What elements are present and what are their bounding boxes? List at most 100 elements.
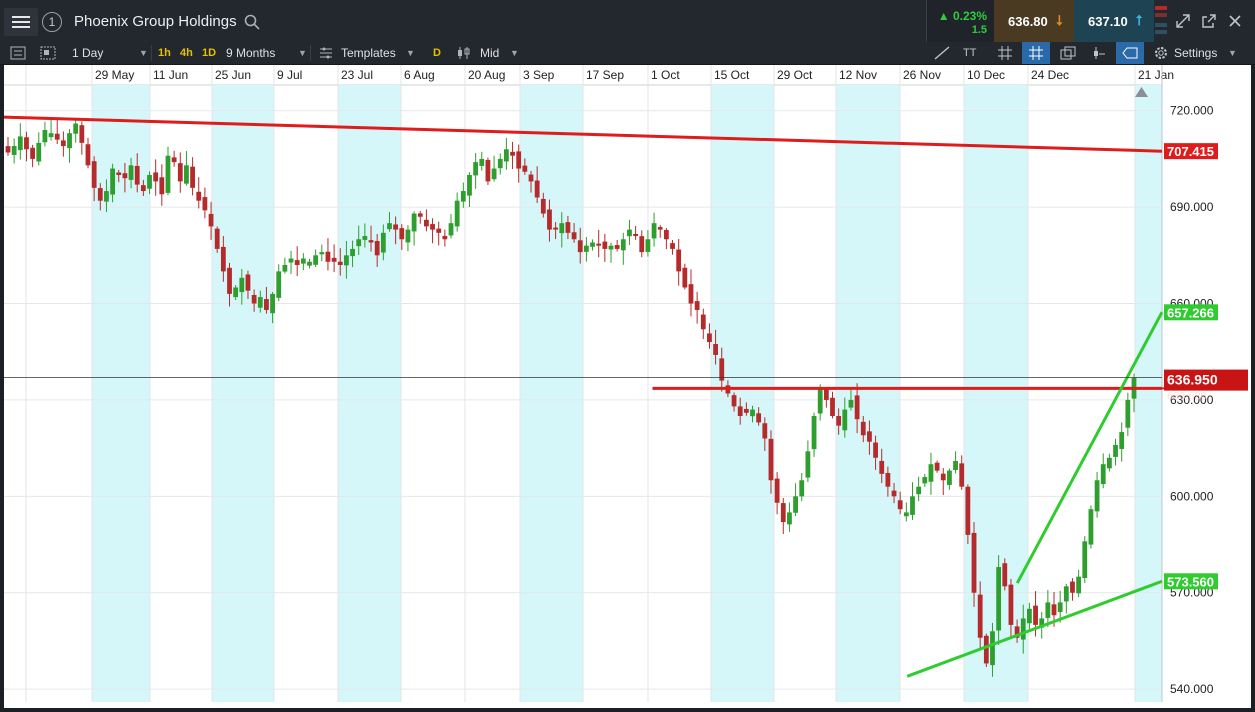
candle-body [694,301,700,310]
candle-body [1051,604,1057,616]
candle-body [516,151,522,169]
list-icon[interactable] [10,46,26,60]
copy-icon[interactable] [1060,46,1076,60]
candle-body [288,258,294,263]
candle-body [873,442,878,458]
depth-bars-icon[interactable] [1154,3,1168,39]
candle-body [417,213,423,217]
date-tick-label: 29 May [95,68,134,82]
candle-body [491,168,497,180]
candle-body [602,241,608,249]
candle-body [737,406,743,416]
candle-body [823,389,829,400]
settings-caret-icon[interactable]: ▼ [1228,42,1237,64]
candle-body [596,243,602,246]
candle-body [497,158,503,169]
gear-icon[interactable] [1153,45,1169,61]
settings-button[interactable]: Settings [1174,42,1217,64]
candle-body [307,261,312,266]
interval-select[interactable]: 1 Day [72,42,103,64]
tag-button[interactable] [1116,42,1144,64]
candle-body [116,172,122,175]
candle-body [85,144,91,166]
background-band [338,85,401,702]
candle-body [565,222,571,233]
candle-body [848,399,854,408]
background-band [964,85,1028,702]
search-icon[interactable] [244,14,260,30]
candle-body [879,460,885,474]
price-type-select[interactable]: Mid [480,42,499,64]
candle-body [1063,586,1069,602]
price-chart[interactable]: 29 May 11 Jun 25 Jun 9 Jul 23 Jul 6 Aug 20 Aug… [4,65,1251,708]
top-bar: 1 Phoenix Group Holdings ▲ 0.23% 1.5 636… [0,0,1255,43]
candle-body [460,191,466,202]
candle-body [54,133,60,140]
date-tick-label: 10 Dec [967,68,1005,82]
candle-body [202,197,208,211]
candle-body [196,191,202,201]
price-tick-label: 540.000 [1170,682,1214,696]
date-tick-label: 3 Sep [523,68,555,82]
d-badge[interactable]: D [433,42,441,64]
draw-line-icon[interactable] [933,45,951,61]
candle-body [805,451,811,478]
templates-button[interactable]: Templates [341,42,396,64]
chart-toolbar: 1 Day ▼ 1h 4h 1D 9 Months ▼ Templates ▼ … [0,42,1255,65]
candle-body [1088,509,1094,545]
candle-body [1125,399,1131,428]
window-number-badge: 1 [42,12,62,32]
layout-icon[interactable] [40,46,56,60]
candle-body [399,228,405,240]
candle-body [559,223,565,234]
price-tick-label: 720.000 [1170,104,1214,118]
popout-icon[interactable] [1200,12,1218,30]
expand-icon[interactable] [1174,12,1192,30]
interval-1d-button[interactable]: 1D [202,42,216,64]
sell-button[interactable]: 636.80 ⭣ [994,0,1074,42]
candle-body [1082,541,1088,579]
price-marker-icon[interactable] [1090,45,1106,61]
menu-icon[interactable] [4,8,38,36]
candle-body [159,177,165,195]
candle-body [122,173,128,179]
range-select[interactable]: 9 Months [226,42,275,64]
candle-body [707,333,712,343]
price-type-caret-icon[interactable]: ▼ [510,42,519,64]
interval-4h-button[interactable]: 4h [180,42,193,64]
candle-body [356,239,362,247]
candle-body [282,264,288,272]
templates-caret-icon[interactable]: ▼ [406,42,415,64]
close-icon[interactable] [1226,12,1244,30]
candle-body [227,267,232,294]
candle-body [485,159,491,182]
candle-body [233,287,239,298]
date-tick-label: 20 Aug [468,68,505,82]
candle-body [134,165,140,185]
interval-caret-icon[interactable]: ▼ [139,42,148,64]
grid-icon[interactable] [997,45,1013,61]
date-tick-label: 29 Oct [777,68,813,82]
buy-button[interactable]: 637.10 ⭡ [1074,0,1154,42]
candle-body [270,293,275,314]
candle-body [177,163,183,182]
candle-body [1119,432,1125,449]
candle-body [1020,618,1026,640]
interval-1h-button[interactable]: 1h [158,42,171,64]
candle-body [190,166,195,188]
crosshair-grid-icon [1029,46,1043,60]
candle-body [73,123,79,134]
text-tool-button[interactable]: TT [963,42,976,64]
crosshair-grid-button[interactable] [1022,42,1050,64]
chart-svg[interactable]: 29 May 11 Jun 25 Jun 9 Jul 23 Jul 6 Aug 20 Aug… [4,65,1251,708]
candle-body [743,408,749,413]
candle-body [903,512,909,517]
candle-body [1100,464,1106,485]
candle-body [540,198,546,214]
candle-body [670,243,675,249]
candle-body [503,149,509,162]
candle-body [11,146,17,155]
candle-body [608,245,614,250]
candle-body [368,240,374,243]
range-caret-icon[interactable]: ▼ [298,42,307,64]
